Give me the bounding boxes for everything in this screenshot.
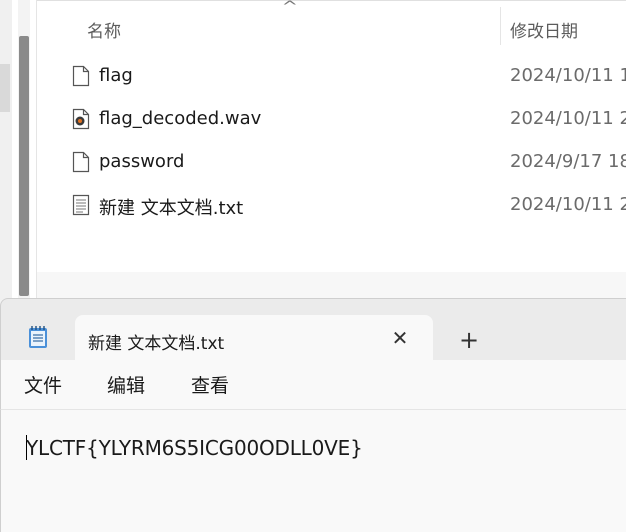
tab-document[interactable]: 新建 文本文档.txt ✕ — [75, 315, 433, 361]
file-date: 2024/10/11 2 — [510, 108, 626, 129]
audio-file-icon — [72, 108, 90, 130]
menu-file[interactable]: 文件 — [24, 371, 62, 398]
scrollbar-thumb[interactable] — [19, 36, 29, 296]
column-resize-handle[interactable] — [500, 7, 501, 45]
blank-file-icon — [72, 65, 90, 87]
navigation-scrollbar[interactable] — [18, 0, 30, 300]
blank-file-icon — [72, 151, 90, 173]
explorer-empty-area — [37, 272, 626, 300]
tab-title: 新建 文本文档.txt — [88, 334, 225, 354]
file-row[interactable]: 新建 文本文档.txt 2024/10/11 2 — [37, 186, 626, 224]
menu-view[interactable]: 查看 — [191, 371, 229, 398]
notepad-window: 新建 文本文档.txt ✕ + 文件 编辑 查看 YLCTF{YLYRM6S5I… — [0, 298, 626, 532]
file-name: flag — [99, 65, 133, 86]
close-tab-icon[interactable]: ✕ — [387, 325, 413, 351]
file-explorer-window: ^ 名称 修改日期 flag 2024/10/11 1 flag_decoded… — [0, 0, 626, 300]
file-name: flag_decoded.wav — [99, 108, 262, 129]
menu-edit[interactable]: 编辑 — [107, 371, 145, 398]
new-tab-button[interactable]: + — [456, 327, 482, 353]
file-name: 新建 文本文档.txt — [99, 198, 244, 219]
sort-ascending-icon: ^ — [281, 0, 299, 15]
file-row[interactable]: password 2024/9/17 18 — [37, 143, 626, 181]
menu-bar: 文件 编辑 查看 — [0, 360, 626, 410]
notepad-app-icon — [29, 326, 47, 348]
column-header-row: ^ 名称 修改日期 — [37, 0, 626, 48]
file-date: 2024/9/17 18 — [510, 151, 626, 172]
notepad-title-bar[interactable]: 新建 文本文档.txt ✕ + — [0, 298, 626, 361]
file-date: 2024/10/11 1 — [510, 65, 626, 86]
file-date: 2024/10/11 2 — [510, 194, 626, 215]
navigation-pane-strip — [0, 0, 12, 300]
nav-selection-highlight — [0, 64, 10, 112]
column-header-name[interactable]: 名称 — [87, 17, 121, 42]
file-name: password — [99, 151, 185, 172]
text-file-icon — [72, 194, 90, 216]
column-header-date-modified[interactable]: 修改日期 — [510, 17, 578, 42]
file-row[interactable]: flag_decoded.wav 2024/10/11 2 — [37, 100, 626, 138]
file-row[interactable]: flag 2024/10/11 1 — [37, 57, 626, 95]
editor-content[interactable]: YLCTF{YLYRM6S5ICG00ODLL0VE} — [26, 436, 363, 460]
text-editor-area[interactable]: YLCTF{YLYRM6S5ICG00ODLL0VE} — [0, 410, 626, 532]
